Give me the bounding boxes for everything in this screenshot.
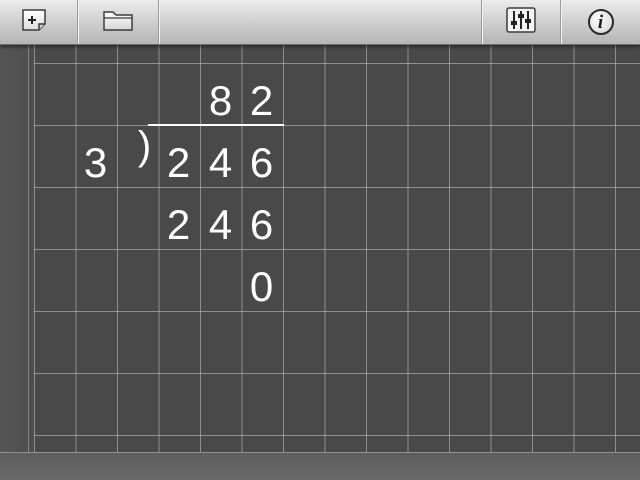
grid-canvas[interactable] <box>34 44 640 452</box>
new-sheet-button[interactable] <box>0 0 70 44</box>
new-sheet-icon <box>20 7 50 38</box>
info-glyph: i <box>597 11 604 33</box>
info-button[interactable]: i <box>561 0 640 44</box>
subtract-digit: 6 <box>249 201 274 248</box>
grid-paper[interactable]: 8 2 3 ) 2 4 6 2 4 6 0 <box>0 44 640 480</box>
sliders-icon <box>506 6 536 38</box>
bottom-margin <box>0 452 640 480</box>
folder-icon <box>101 7 135 38</box>
quotient-digit: 2 <box>249 77 274 124</box>
dividend-digit: 2 <box>166 139 191 186</box>
math-sheet-app: i 8 2 3 ) 2 4 6 2 4 6 0 <box>0 0 640 480</box>
divisor: 3 <box>83 139 108 186</box>
quotient-digit: 8 <box>208 77 233 124</box>
dividend-digit: 6 <box>249 139 274 186</box>
info-icon: i <box>587 9 614 35</box>
open-folder-button[interactable] <box>78 0 158 44</box>
dividend-digit: 4 <box>208 139 233 186</box>
subtract-digit: 4 <box>208 201 233 248</box>
remainder-digit: 0 <box>249 263 274 310</box>
settings-button[interactable] <box>482 0 560 44</box>
division-bar <box>148 124 284 126</box>
subtract-digit: 2 <box>166 201 191 248</box>
toolbar: i <box>0 0 640 45</box>
